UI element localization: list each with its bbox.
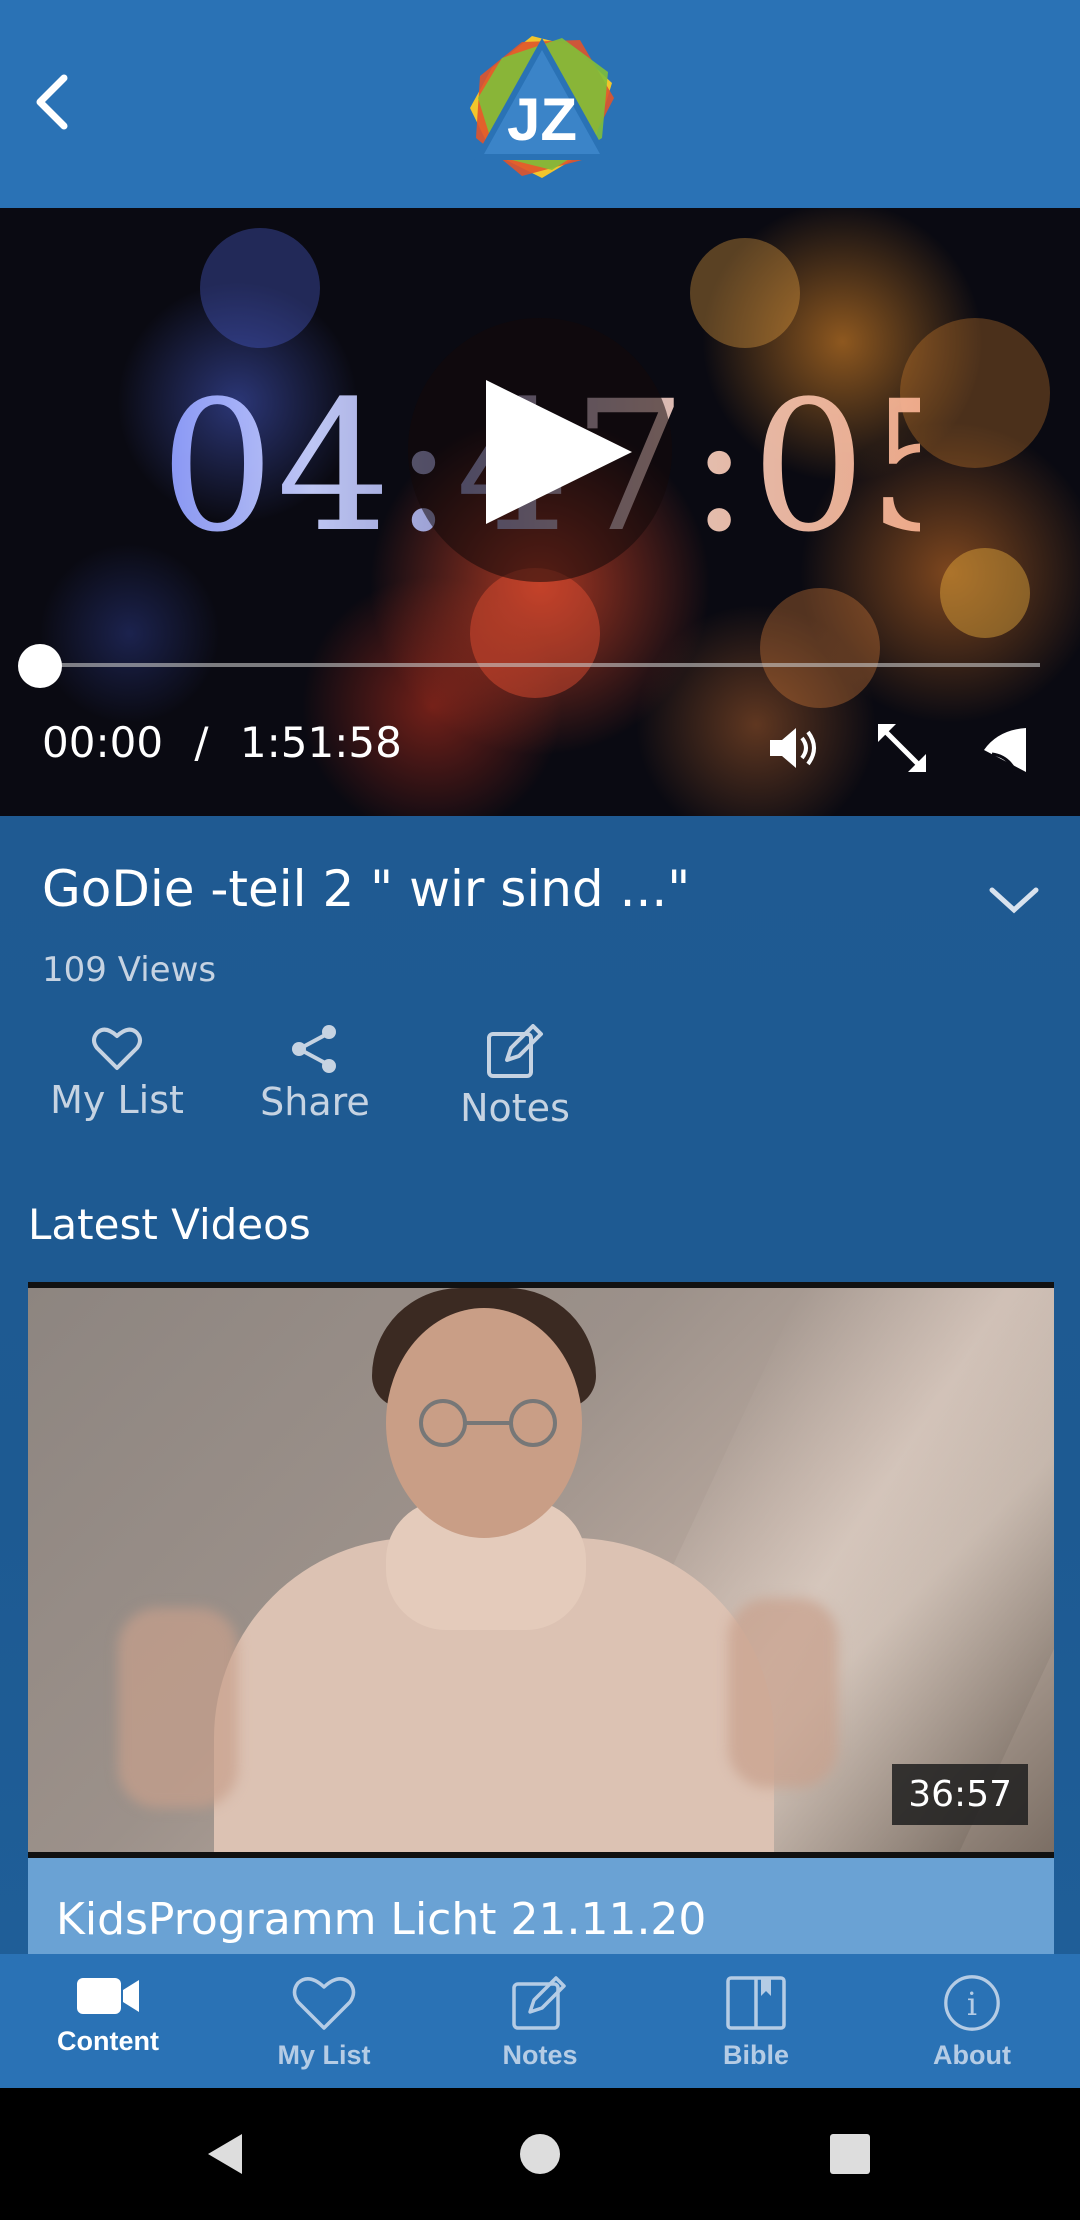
thumbnail-glasses <box>419 1399 557 1447</box>
seek-handle[interactable] <box>18 644 62 688</box>
fullscreen-button[interactable] <box>872 718 932 778</box>
view-count: 109 Views <box>42 950 217 990</box>
volume-icon <box>770 728 816 768</box>
time-display: 00:00 / 1:51:58 <box>42 718 402 767</box>
edit-icon <box>512 1976 566 2030</box>
thumbnail-hand <box>728 1598 838 1788</box>
info-icon: i <box>944 1975 1000 2031</box>
my-list-button[interactable]: My List <box>32 1024 202 1122</box>
system-navigation-bar <box>0 2088 1080 2220</box>
share-icon <box>292 1025 336 1073</box>
book-icon <box>726 1976 786 2030</box>
video-info-panel: GoDie -teil 2 " wir sind ..." 109 Views … <box>0 816 1080 1954</box>
volume-button[interactable] <box>764 718 824 778</box>
fullscreen-icon <box>878 724 926 772</box>
nav-my-list[interactable]: My List <box>216 1954 432 2088</box>
play-button[interactable] <box>486 380 632 524</box>
nav-about[interactable]: i About <box>864 1954 1080 2088</box>
share-label: Share <box>260 1080 370 1124</box>
svg-text:JZ: JZ <box>507 86 577 153</box>
cast-button[interactable] <box>976 718 1036 778</box>
app-header: JZ <box>0 0 1080 208</box>
edit-icon <box>487 1024 543 1078</box>
nav-my-list-label: My List <box>277 2040 371 2070</box>
video-duration-badge: 36:57 <box>892 1764 1028 1825</box>
nav-content[interactable]: Content <box>0 1954 216 2088</box>
system-home-button[interactable] <box>504 2118 576 2190</box>
my-list-label: My List <box>50 1078 184 1122</box>
system-back-button[interactable] <box>190 2118 262 2190</box>
heart-icon <box>92 1027 142 1070</box>
cast-icon <box>984 728 1026 773</box>
bottom-navigation: Content My List Notes Bible i About <box>0 1954 1080 2088</box>
video-card[interactable]: 36:57 KidsProgramm Licht 21.11.20 <box>28 1282 1054 1954</box>
back-button[interactable] <box>22 66 82 138</box>
heart-icon <box>292 1977 356 2030</box>
seek-bar[interactable] <box>40 663 1040 667</box>
thumbnail-hand <box>118 1608 238 1808</box>
bokeh <box>200 228 320 348</box>
time-separator: / <box>194 718 209 767</box>
nav-about-label: About <box>933 2040 1011 2070</box>
nav-notes[interactable]: Notes <box>432 1954 648 2088</box>
square-recents-icon <box>830 2134 870 2174</box>
nav-content-label: Content <box>57 2026 159 2056</box>
video-title: GoDie -teil 2 " wir sind ..." <box>42 860 691 918</box>
notes-button[interactable]: Notes <box>430 1024 600 1130</box>
video-card-title: KidsProgramm Licht 21.11.20 <box>56 1894 707 1945</box>
chevron-left-icon <box>36 74 68 130</box>
triangle-back-icon <box>208 2134 242 2174</box>
bokeh <box>760 588 880 708</box>
circle-home-icon <box>520 2134 560 2174</box>
nav-bible[interactable]: Bible <box>648 1954 864 2088</box>
app-logo: JZ <box>462 28 622 184</box>
bokeh <box>470 568 600 698</box>
bokeh <box>690 238 800 348</box>
current-time: 00:00 <box>42 718 164 767</box>
svg-text:i: i <box>967 1986 977 2023</box>
nav-notes-label: Notes <box>502 2040 578 2070</box>
nav-bible-label: Bible <box>722 2040 789 2070</box>
system-recents-button[interactable] <box>814 2118 886 2190</box>
video-camera-icon <box>77 1978 139 2014</box>
video-thumbnail: 36:57 <box>28 1282 1054 1858</box>
expand-details-button[interactable] <box>984 872 1044 928</box>
total-duration: 1:51:58 <box>239 718 402 767</box>
video-player[interactable]: 04:47:05 00:00 / 1:51:58 <box>0 208 1080 816</box>
share-button[interactable]: Share <box>230 1024 400 1124</box>
chevron-down-icon <box>989 887 1039 914</box>
latest-videos-heading: Latest Videos <box>28 1200 311 1249</box>
notes-label: Notes <box>460 1086 570 1130</box>
